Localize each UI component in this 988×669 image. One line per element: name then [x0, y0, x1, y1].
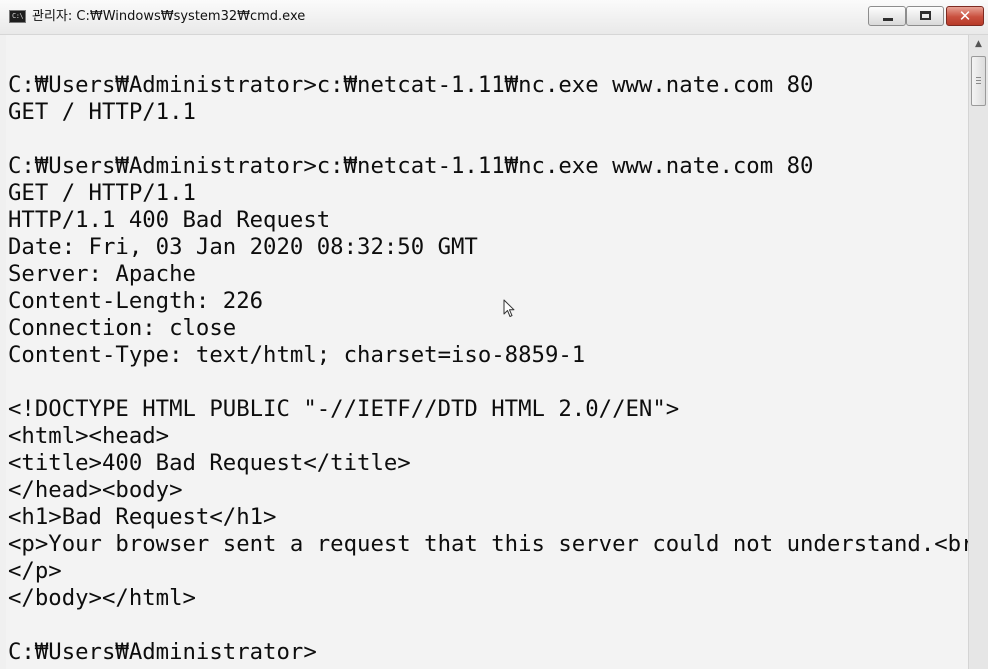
console-line: C:₩Users₩Administrator> — [8, 639, 317, 665]
console-output[interactable]: C:₩Users₩Administrator>c:₩netcat-1.11₩nc… — [6, 35, 968, 669]
vertical-scrollbar[interactable]: ▲ — [968, 35, 988, 669]
console-line: Connection: close — [8, 315, 237, 341]
thumb-grip-line — [976, 80, 981, 81]
console-line: <!DOCTYPE HTML PUBLIC "-//IETF//DTD HTML… — [8, 396, 680, 422]
title-bar[interactable]: C:\ 관리자: C:₩Windows₩system32₩cmd.exe ✕ — [0, 0, 988, 35]
cmd-console-icon[interactable]: C:\ — [9, 10, 26, 23]
maximize-icon — [920, 11, 931, 20]
console-line: <title>400 Bad Request</title> — [8, 450, 411, 476]
console-line: <p>Your browser sent a request that this… — [8, 531, 968, 557]
console-line: GET / HTTP/1.1 — [8, 99, 196, 125]
maximize-button[interactable] — [906, 6, 944, 26]
console-line: Date: Fri, 03 Jan 2020 08:32:50 GMT — [8, 234, 478, 260]
console-line: <html><head> — [8, 423, 170, 449]
console-line: <h1>Bad Request</h1> — [8, 504, 277, 530]
minimize-icon — [883, 18, 893, 21]
window-title: 관리자: C:₩Windows₩system32₩cmd.exe — [32, 9, 306, 24]
console-line: </body></html> — [8, 585, 196, 611]
close-button[interactable]: ✕ — [946, 6, 984, 26]
console-line: HTTP/1.1 400 Bad Request — [8, 207, 331, 233]
close-icon: ✕ — [958, 7, 972, 25]
console-line: Content-Length: 226 — [8, 288, 264, 314]
console-line: GET / HTTP/1.1 — [8, 180, 196, 206]
minimize-button[interactable] — [868, 6, 906, 26]
scrollbar-thumb[interactable] — [971, 56, 986, 106]
console-line: C:₩Users₩Administrator>c:₩netcat-1.11₩nc… — [8, 153, 814, 179]
console-line: Server: Apache — [8, 261, 196, 287]
thumb-grip-line — [976, 77, 981, 78]
cmd-window: C:\ 관리자: C:₩Windows₩system32₩cmd.exe ✕ C… — [0, 0, 988, 669]
scroll-up-arrow-icon[interactable]: ▲ — [969, 35, 988, 54]
mouse-pointer-icon — [503, 299, 515, 317]
thumb-grip-line — [976, 83, 981, 84]
console-line: Content-Type: text/html; charset=iso-885… — [8, 342, 586, 368]
console-line: </p> — [8, 558, 62, 584]
console-line: C:₩Users₩Administrator>c:₩netcat-1.11₩nc… — [8, 72, 814, 98]
app-icon-text: C:\ — [12, 12, 24, 20]
console-line: </head><body> — [8, 477, 183, 503]
